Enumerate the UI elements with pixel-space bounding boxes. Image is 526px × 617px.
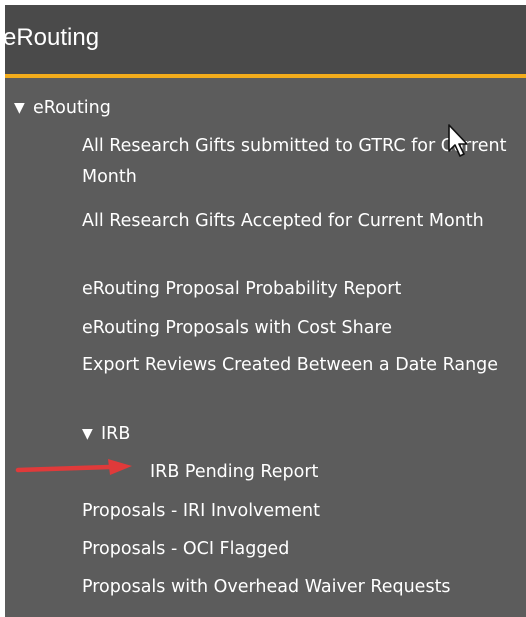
- tree-item-proposals-cost-share[interactable]: eRouting Proposals with Cost Share: [82, 313, 392, 344]
- tree-folder-label: eRouting: [33, 98, 111, 118]
- triangle-down-icon[interactable]: ▼: [14, 93, 33, 124]
- tree-folder-irb[interactable]: ▼ IRB: [82, 419, 130, 450]
- report-tree-panel: eRouting ▼ eRouting All Research Gifts su…: [5, 5, 526, 617]
- report-tree: ▼ eRouting All Research Gifts submitted t…: [5, 5, 526, 617]
- tree-item-proposals-oci-flagged[interactable]: Proposals - OCI Flagged: [82, 534, 289, 565]
- red-arrow-icon: [15, 459, 132, 475]
- tree-item-proposal-probability-report[interactable]: eRouting Proposal Probability Report: [82, 274, 401, 305]
- tree-folder-label: IRB: [101, 424, 131, 444]
- tree-item-irb-pending-report[interactable]: IRB Pending Report: [150, 457, 318, 488]
- mouse-pointer-icon: [448, 124, 468, 157]
- triangle-down-icon[interactable]: ▼: [82, 419, 101, 450]
- tree-item-proposals-iri-involvement[interactable]: Proposals - IRI Involvement: [82, 496, 320, 527]
- tree-item-proposals-overhead-waiver[interactable]: Proposals with Overhead Waiver Requests: [82, 572, 451, 603]
- tree-item-research-gifts-accepted[interactable]: All Research Gifts Accepted for Current …: [82, 206, 512, 237]
- tree-folder-erouting[interactable]: ▼ eRouting: [14, 93, 111, 124]
- tree-item-export-reviews[interactable]: Export Reviews Created Between a Date Ra…: [82, 350, 512, 381]
